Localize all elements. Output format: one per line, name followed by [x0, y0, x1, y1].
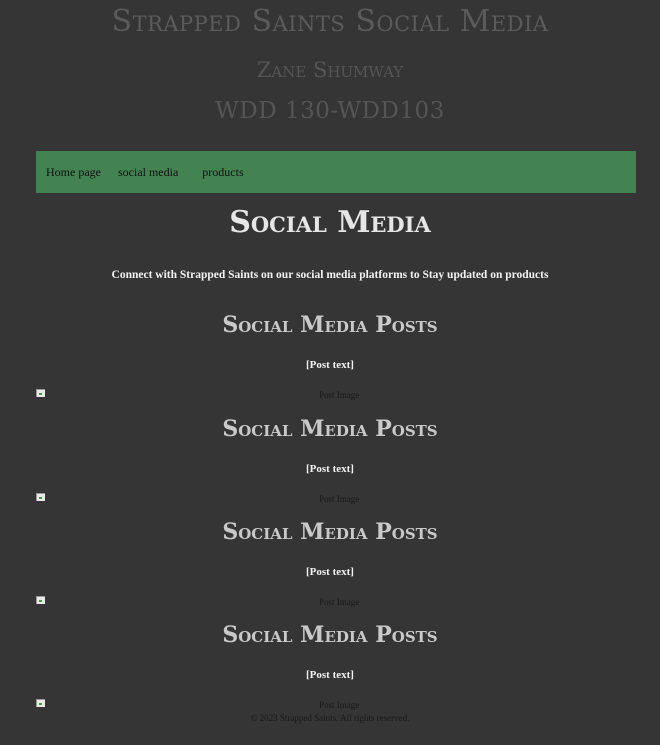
post-image-alt: Post Image: [319, 494, 360, 504]
broken-image-icon: [36, 389, 45, 397]
post-text: [Post text]: [306, 566, 354, 578]
post-text: [Post text]: [306, 669, 354, 681]
broken-image-icon: [36, 596, 45, 604]
page-title: Social Media: [229, 205, 431, 240]
post-image: Post Image: [36, 493, 636, 507]
post-heading: Social Media Posts: [222, 519, 438, 545]
post-image-alt: Post Image: [319, 700, 360, 710]
nav-link-products[interactable]: products: [202, 165, 243, 180]
course-code: WDD 130-WDD103: [215, 98, 445, 124]
copyright-text: © 2023 Strapped Saints. All rights reser…: [250, 713, 410, 723]
post-heading: Social Media Posts: [222, 416, 438, 442]
post-heading: Social Media Posts: [222, 622, 438, 648]
main-nav: Home page social media products: [36, 151, 636, 193]
post-image-alt: Post Image: [319, 597, 360, 607]
site-title: Strapped Saints Social Media: [111, 4, 549, 39]
intro-text: Connect with Strapped Saints on our soci…: [111, 269, 549, 281]
nav-link-social-media[interactable]: social media: [118, 165, 178, 180]
post-image: Post Image: [36, 389, 636, 403]
post-text: [Post text]: [306, 463, 354, 475]
nav-link-home[interactable]: Home page: [46, 165, 101, 180]
author-name: Zane Shumway: [256, 58, 404, 82]
broken-image-icon: [36, 699, 45, 707]
post: Social Media Posts [Post text] Post Imag…: [0, 519, 660, 619]
post-image: Post Image: [36, 596, 636, 610]
footer: © 2023 Strapped Saints. All rights reser…: [0, 713, 660, 723]
post: Social Media Posts [Post text] Post Imag…: [0, 622, 660, 722]
broken-image-icon: [36, 493, 45, 501]
post-heading: Social Media Posts: [222, 312, 438, 338]
post: Social Media Posts [Post text] Post Imag…: [0, 312, 660, 412]
post-image: Post Image: [36, 699, 636, 713]
post-text: [Post text]: [306, 359, 354, 371]
post-image-alt: Post Image: [319, 390, 360, 400]
post: Social Media Posts [Post text] Post Imag…: [0, 416, 660, 516]
